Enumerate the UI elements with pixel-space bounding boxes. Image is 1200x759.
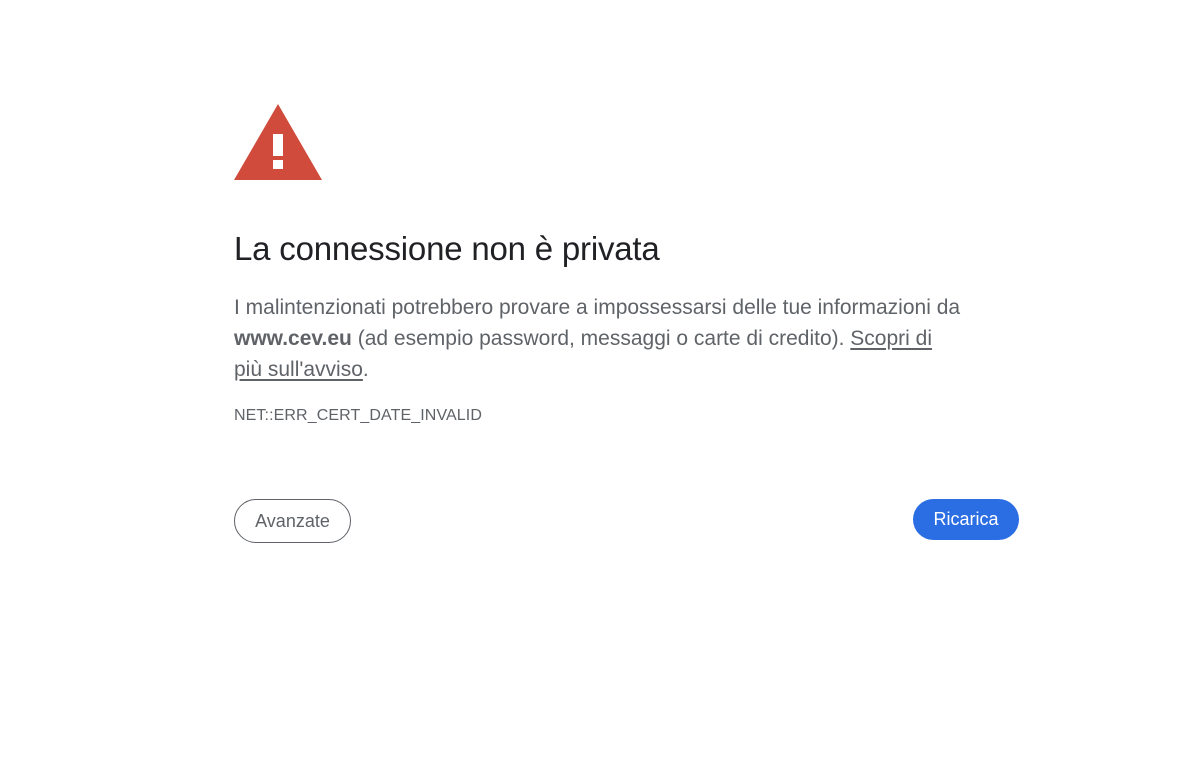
page-title: La connessione non è privata (234, 230, 660, 267)
domain-name: www.cev.eu (234, 327, 352, 350)
message-text-after: (ad esempio password, messaggi o carte d… (351, 327, 851, 350)
interstitial-page: La connessione non è privata I malintenz… (0, 0, 1200, 759)
reload-button[interactable]: Ricarica (913, 499, 1019, 540)
warning-message: I malintenzionati potrebbero provare a i… (234, 292, 964, 385)
warning-triangle-icon (234, 104, 322, 180)
message-end: . (362, 358, 369, 381)
error-code: NET::ERR_CERT_DATE_INVALID (234, 407, 482, 424)
advanced-button[interactable]: Avanzate (234, 499, 351, 543)
message-text-before: I malintenzionati potrebbero provare a i… (234, 296, 961, 319)
